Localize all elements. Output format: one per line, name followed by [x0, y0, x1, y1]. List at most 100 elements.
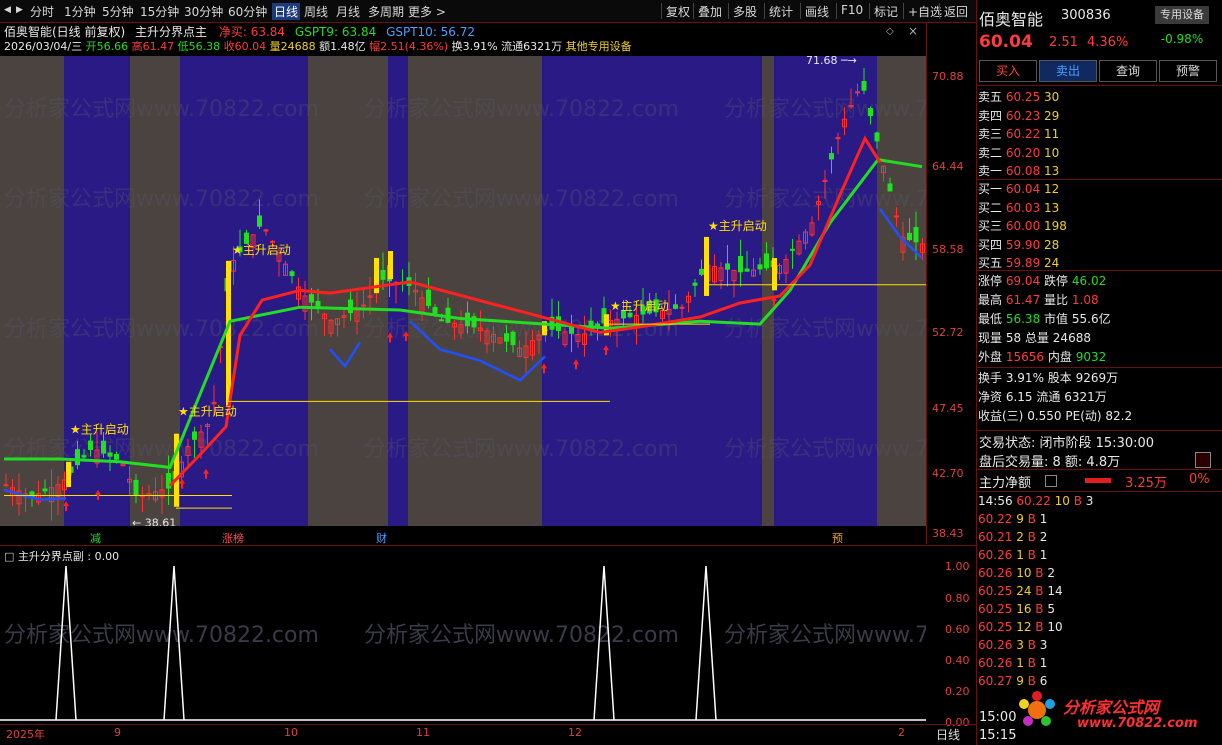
list-icon[interactable] — [1045, 475, 1057, 487]
stat-value: 9032 — [1075, 350, 1107, 364]
toolbar-separator — [661, 3, 662, 19]
candle-body — [829, 153, 834, 160]
event-tag-finance[interactable]: 财 — [376, 530, 387, 546]
candle-body — [289, 271, 295, 277]
toolbar-btn-2[interactable]: 多股 — [733, 3, 757, 20]
order-book-row[interactable]: 卖四 60.23 29 — [978, 107, 1059, 124]
panel-collapse-icon[interactable]: ◇ — [886, 26, 894, 37]
buy-button[interactable]: 买入 — [979, 60, 1037, 82]
candle-body — [913, 226, 919, 243]
candle-body — [244, 232, 249, 244]
order-book-row[interactable]: 卖三 60.22 11 — [978, 125, 1059, 142]
order-book-row[interactable]: 买二 60.03 13 — [978, 199, 1059, 216]
calendar-icon[interactable] — [1195, 452, 1211, 468]
candle-body — [790, 248, 795, 251]
tick-row: 60.26 1 B 1 — [978, 656, 1047, 670]
tick-count: 3 — [1039, 638, 1048, 652]
stat-value: 15656 — [1005, 350, 1045, 364]
tick-volume: 1 — [1016, 656, 1024, 670]
order-book-row[interactable]: 买一 60.04 12 — [978, 180, 1059, 197]
period-tab-7[interactable]: 周线 — [304, 3, 328, 20]
bar-close: 收60.04 — [223, 40, 267, 53]
tick-price: 60.26 — [978, 656, 1013, 670]
order-book-row[interactable]: 卖五 60.25 30 — [978, 88, 1059, 105]
signal-label-0: ★主升启动 — [70, 423, 129, 437]
candle-body — [81, 455, 87, 458]
toolbar-btn-7[interactable]: +自选 — [908, 3, 942, 20]
stat-value: 69.04 — [1005, 274, 1041, 288]
event-tag-rank[interactable]: 涨榜 — [222, 530, 244, 546]
period-tab-10[interactable]: 更多 > — [408, 3, 446, 20]
toolbar-btn-1[interactable]: 叠加 — [698, 3, 722, 20]
candle-body — [42, 488, 48, 492]
stat-value: 24688 — [1052, 331, 1091, 345]
next-icon[interactable]: ▶ — [16, 5, 23, 15]
candle-body — [855, 91, 860, 94]
period-tab-0[interactable]: 分时 — [30, 3, 54, 20]
toolbar-btn-5[interactable]: F10 — [841, 3, 863, 17]
tick-volume: 1 — [1016, 548, 1024, 562]
level-price: 59.89 — [1005, 256, 1041, 270]
stat-value: 56.38 — [1005, 312, 1041, 326]
toolbar-btn-4[interactable]: 画线 — [805, 3, 829, 20]
candle-body — [874, 132, 880, 142]
candle-body — [692, 282, 698, 286]
tick-count: 1 — [1039, 548, 1048, 562]
alert-button[interactable]: 预警 — [1159, 60, 1217, 82]
indicator-name[interactable]: 主升分界点主 — [135, 25, 207, 39]
signal-label-1: ★主升启动 — [178, 404, 237, 418]
panel-close-icon[interactable]: × — [908, 24, 918, 38]
tick-volume: 9 — [1016, 512, 1024, 526]
bar-low: 低56.38 — [177, 40, 221, 53]
bar-amplitude: 幅2.51(4.36%) — [369, 40, 449, 53]
divider — [977, 85, 1222, 86]
tick-side: B — [1073, 494, 1082, 508]
period-tab-2[interactable]: 5分钟 — [102, 3, 134, 20]
toolbar-btn-8[interactable]: 返回 — [944, 3, 968, 20]
prev-icon[interactable]: ◀ — [4, 5, 11, 15]
period-tab-4[interactable]: 30分钟 — [184, 3, 223, 20]
stock-name: 佰奥智能 — [979, 10, 1044, 29]
event-tag-reduce[interactable]: 减 — [90, 530, 101, 546]
tick-row: 60.22 9 B 1 — [978, 512, 1047, 526]
tick-side: B — [1027, 530, 1036, 544]
tick-row: 60.27 9 B 6 — [978, 674, 1047, 688]
period-tab-8[interactable]: 月线 — [336, 3, 360, 20]
toolbar-separator — [903, 3, 904, 19]
tick-price: 60.22 — [978, 512, 1013, 526]
toolbar-btn-3[interactable]: 统计 — [769, 3, 793, 20]
order-book-row[interactable]: 买五 59.89 24 — [978, 254, 1059, 271]
candle-body — [361, 304, 366, 307]
sell-button[interactable]: 卖出 — [1039, 60, 1097, 82]
sector-tag[interactable]: 专用设备 — [1155, 6, 1209, 24]
period-label[interactable]: 日线 — [936, 726, 960, 743]
toolbar-separator — [939, 3, 940, 19]
period-tab-6[interactable]: 日线 — [272, 3, 301, 20]
candlestick-chart[interactable]: 分析家公式网www.70822.com 分析家公式网www.70822.com 分析… — [0, 56, 928, 526]
watermark: 分析家公式网www.70822.com — [724, 437, 928, 462]
toolbar-btn-6[interactable]: 标记 — [874, 3, 898, 20]
event-tag-forecast[interactable]: 预 — [832, 530, 843, 546]
y-tick: 64.44 — [932, 160, 964, 173]
toolbar-btn-0[interactable]: 复权 — [666, 3, 690, 20]
period-tab-5[interactable]: 60分钟 — [228, 3, 267, 20]
order-book-row[interactable]: 买三 60.00 198 — [978, 217, 1067, 234]
y-tick: 47.45 — [932, 402, 964, 415]
candle-body — [257, 215, 262, 227]
sub-indicator-chart[interactable]: 分析家公式网www.70822.com 分析家公式网www.70822.com 分析… — [0, 562, 926, 724]
order-book-row[interactable]: 卖二 60.20 10 — [978, 144, 1059, 161]
signal-label-2: ★主升启动 — [232, 243, 291, 257]
candle-body — [887, 183, 893, 192]
stat-label: 总量 — [1024, 331, 1049, 345]
order-book-row[interactable]: 卖一 60.08 13 — [978, 162, 1059, 179]
net-main-label[interactable]: 主力净额 — [979, 472, 1031, 491]
period-tab-9[interactable]: 多周期 — [368, 3, 404, 20]
level-price: 60.23 — [1005, 108, 1041, 123]
period-tab-1[interactable]: 1分钟 — [64, 3, 96, 20]
tick-side: B — [1035, 566, 1044, 580]
stat-label: 内盘 — [1047, 350, 1072, 364]
order-book-row[interactable]: 买四 59.90 28 — [978, 236, 1059, 253]
period-tab-3[interactable]: 15分钟 — [140, 3, 179, 20]
logo-icon — [1017, 690, 1057, 730]
query-button[interactable]: 查询 — [1099, 60, 1157, 82]
